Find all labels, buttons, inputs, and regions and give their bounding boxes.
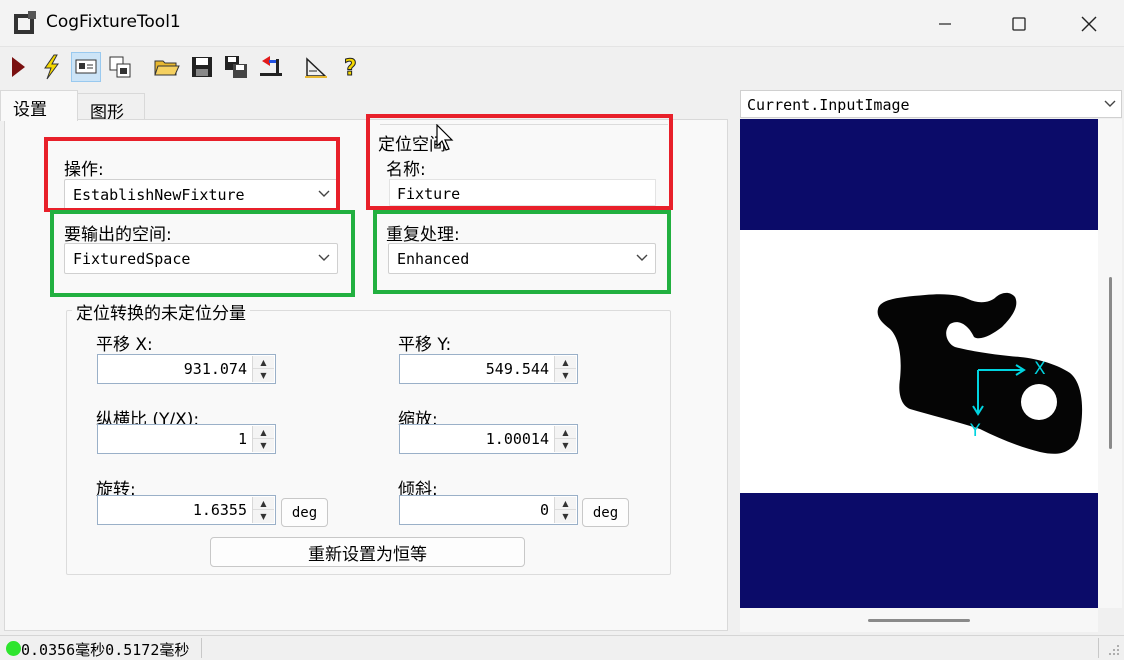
translate-y-value: 549.544: [485, 360, 549, 378]
copy-window-icon: [109, 56, 131, 78]
copy-window-button[interactable]: [105, 52, 135, 82]
edit-icon: [305, 57, 327, 78]
status-bar: 0.0356毫秒0.5172毫秒: [0, 635, 1124, 660]
tab-graphics[interactable]: 图形: [77, 93, 145, 123]
open-folder-icon: [154, 60, 180, 76]
scrollbar-thumb[interactable]: [1109, 277, 1112, 449]
part-image: X Y: [877, 292, 1083, 454]
translate-x-input[interactable]: 931.074 ▲ ▼: [97, 354, 276, 384]
run-icon: [12, 57, 25, 77]
spin-up-icon[interactable]: ▲: [555, 356, 576, 369]
rotation-input[interactable]: 1.6355 ▲ ▼: [97, 495, 276, 525]
axis-x-label: X: [1034, 359, 1046, 379]
highlight-box-green: [373, 210, 671, 294]
close-icon: [1081, 16, 1097, 31]
transform-group-title: 定位转换的未定位分量: [72, 299, 250, 324]
highlight-box-red: [44, 137, 340, 212]
scrollbar-thumb[interactable]: [868, 619, 970, 622]
axis-y-label: Y: [969, 421, 981, 441]
image-horizontal-scrollbar[interactable]: [740, 608, 1098, 632]
status-separator: [201, 638, 202, 658]
spin-up-icon[interactable]: ▲: [253, 356, 274, 369]
resize-grip-icon[interactable]: [1108, 644, 1120, 656]
tab-settings-label: 设置: [13, 100, 47, 120]
maximize-button[interactable]: [988, 0, 1050, 47]
skew-spinner[interactable]: ▲ ▼: [554, 497, 576, 523]
highlight-box-green: [50, 210, 355, 297]
aspect-spinner[interactable]: ▲ ▼: [252, 426, 274, 452]
skew-input[interactable]: 0 ▲ ▼: [399, 495, 578, 525]
tab-settings[interactable]: 设置: [0, 90, 78, 121]
reset-button[interactable]: [256, 52, 286, 82]
skew-value: 0: [539, 501, 549, 519]
svg-text:?: ?: [344, 56, 357, 80]
spin-down-icon[interactable]: ▼: [253, 369, 274, 382]
translate-x-spinner[interactable]: ▲ ▼: [252, 356, 274, 382]
reset-icon: [260, 56, 282, 76]
image-source-select[interactable]: Current.InputImage: [740, 90, 1122, 118]
save-icon: [192, 57, 212, 77]
status-ok-icon: [6, 641, 21, 656]
help-icon: ?: [344, 56, 358, 81]
translate-x-label: 平移 X:: [96, 335, 153, 355]
spin-down-icon[interactable]: ▼: [555, 510, 576, 523]
title-bar: CogFixtureTool1: [0, 0, 1124, 47]
translate-y-input[interactable]: 549.544 ▲ ▼: [399, 354, 578, 384]
minimize-icon: [939, 22, 951, 25]
spin-up-icon[interactable]: ▲: [555, 426, 576, 439]
rotation-spinner[interactable]: ▲ ▼: [252, 497, 274, 523]
scale-input[interactable]: 1.00014 ▲ ▼: [399, 424, 578, 454]
spin-down-icon[interactable]: ▼: [555, 369, 576, 382]
spin-down-icon[interactable]: ▼: [253, 510, 274, 523]
reset-identity-button[interactable]: 重新设置为恒等: [210, 537, 525, 567]
aspect-value: 1: [237, 430, 247, 448]
app-icon: [14, 11, 36, 34]
aspect-input[interactable]: 1 ▲ ▼: [97, 424, 276, 454]
translate-y-spinner[interactable]: ▲ ▼: [554, 356, 576, 382]
scale-value: 1.00014: [485, 430, 549, 448]
run-lightning-button[interactable]: [36, 52, 66, 82]
highlight-box-red: [366, 114, 673, 210]
scale-spinner[interactable]: ▲ ▼: [554, 426, 576, 452]
display-toggle-button[interactable]: [71, 52, 101, 82]
display-toggle-icon: [75, 59, 97, 74]
window-title: CogFixtureTool1: [46, 12, 181, 32]
image-display[interactable]: X Y: [740, 119, 1098, 608]
chevron-down-icon: [1104, 100, 1116, 107]
skew-deg-button[interactable]: deg: [582, 498, 629, 527]
spin-up-icon[interactable]: ▲: [555, 497, 576, 510]
image-vertical-scrollbar[interactable]: [1098, 119, 1122, 608]
image-source-value: Current.InputImage: [747, 96, 910, 114]
spin-up-icon[interactable]: ▲: [253, 426, 274, 439]
spin-down-icon[interactable]: ▼: [253, 439, 274, 452]
save-button[interactable]: [187, 52, 217, 82]
status-time-text: 0.0356毫秒0.5172毫秒: [21, 641, 190, 659]
spin-up-icon[interactable]: ▲: [253, 497, 274, 510]
rotation-deg-button[interactable]: deg: [281, 498, 328, 527]
run-button[interactable]: [3, 52, 33, 82]
mouse-cursor-icon: [436, 124, 454, 151]
close-button[interactable]: [1058, 0, 1120, 47]
spin-down-icon[interactable]: ▼: [555, 439, 576, 452]
translate-x-value: 931.074: [183, 360, 247, 378]
status-separator: [1098, 638, 1099, 658]
maximize-icon: [1012, 16, 1026, 31]
save-as-icon: [225, 56, 247, 78]
edit-button[interactable]: [301, 52, 331, 82]
toolbar: ?: [0, 47, 1124, 87]
open-button[interactable]: [152, 52, 182, 82]
translate-y-label: 平移 Y:: [398, 335, 452, 355]
help-button[interactable]: ?: [336, 52, 366, 82]
save-as-button[interactable]: [221, 52, 251, 82]
part-hole: [1021, 384, 1057, 420]
rotation-value: 1.6355: [192, 501, 247, 519]
run-lightning-icon: [44, 54, 59, 80]
minimize-button[interactable]: [914, 0, 976, 47]
